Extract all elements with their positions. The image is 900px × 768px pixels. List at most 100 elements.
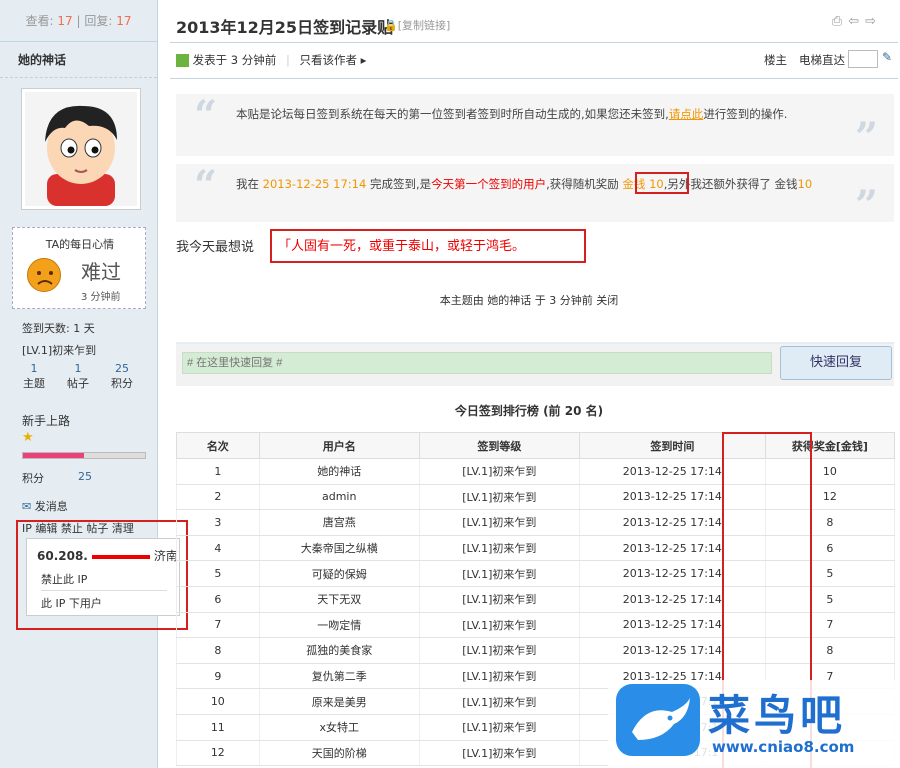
mood-title: TA的每日心情 [45, 238, 115, 251]
envelope-icon: ✉ [22, 500, 32, 513]
avatar[interactable] [21, 88, 141, 210]
quote-close-icon: ” [854, 182, 878, 229]
column-header: 用户名 [258, 432, 420, 459]
table-cell[interactable]: 一吻定情 [258, 612, 420, 639]
author-name[interactable]: 她的神话 [0, 42, 157, 78]
table-cell: [LV.1]初来乍到 [418, 458, 580, 485]
views-label: 查看: [25, 14, 54, 28]
count-threads[interactable]: 1 主题 [14, 362, 54, 391]
watermark-brand: 菜鸟吧 [708, 691, 847, 740]
user-rank[interactable]: 新手上路 [22, 412, 70, 429]
quote-system: “ ” 本贴是论坛每日签到系统在每天的第一位签到者签到时所自动生成的,如果您还未… [176, 92, 894, 161]
replies-count: 17 [116, 14, 132, 28]
sign-link[interactable]: 请点此 [669, 107, 704, 121]
quote-close-icon: ” [854, 114, 878, 161]
redaction-mark [91, 554, 150, 559]
table-cell: [LV.1]初来乍到 [418, 714, 580, 741]
reward-highlight-box [635, 172, 689, 194]
table-cell: [LV.1]初来乍到 [418, 740, 580, 767]
quote-signin: “ ” 我在 2013-12-25 17:14 完成签到,是今天第一个签到的用户… [176, 162, 894, 229]
divider [170, 78, 898, 79]
watermark-url: www.cniao8.com [712, 738, 855, 756]
count-value: 25 [115, 362, 129, 375]
count-points[interactable]: 25 积分 [102, 362, 142, 391]
table-cell[interactable]: 天下无双 [258, 586, 420, 613]
table-cell: [LV.1]初来乍到 [418, 509, 580, 536]
quick-reply-button[interactable]: 快速回复 [780, 346, 892, 380]
next-icon[interactable]: ⇨ [865, 14, 882, 29]
ip-users-item[interactable]: 此 IP 下用户 [41, 595, 102, 611]
post-main: 2013年12月25日签到记录贴 🔒[复制链接] ⎙⇦⇨ 发表于 3 分钟前 |… [158, 0, 900, 768]
table-cell: [LV.1]初来乍到 [418, 560, 580, 587]
table-cell: [LV.1]初来乍到 [418, 612, 580, 639]
watermark: 菜鸟吧 www.cniao8.com [608, 680, 900, 768]
table-cell: 7 [176, 612, 260, 639]
table-cell: 1 [176, 458, 260, 485]
extra-reward: 10 [797, 177, 813, 191]
floor-label: 楼主 [764, 53, 787, 67]
table-cell: 11 [176, 714, 260, 741]
bird-logo-icon [616, 684, 700, 756]
leaderboard-title: 今日签到排行榜 (前 20 名) [454, 404, 604, 418]
divider [170, 42, 898, 43]
count-label: 主题 [23, 377, 45, 390]
table-cell[interactable]: 孤独的美食家 [258, 637, 420, 664]
jump-input[interactable] [848, 50, 878, 68]
column-header: 签到等级 [418, 432, 580, 459]
copy-link-label: [复制链接] [397, 19, 451, 32]
table-cell: 4 [176, 535, 260, 562]
quick-reply-input[interactable] [182, 352, 772, 374]
rank-progress-bar [22, 452, 146, 459]
send-message-label: 发消息 [34, 500, 68, 513]
view-reply-stats: 查看: 17 | 回复: 17 [0, 0, 157, 42]
table-cell[interactable]: 天国的阶梯 [258, 740, 420, 767]
quote-open-icon: “ [194, 92, 218, 139]
say-text: 「人固有一死，或重于泰山，或轻于鸿毛。 [278, 239, 526, 254]
first-user-text: 今天第一个签到的用户 [431, 177, 547, 191]
quote-text: 本贴是论坛每日签到系统在每天的第一位签到者签到时所自动生成的,如果您还未签到, [236, 107, 669, 121]
copy-link[interactable]: 🔒[复制链接] [384, 17, 450, 33]
table-cell[interactable]: 可疑的保姆 [258, 560, 420, 587]
table-cell: 8 [176, 637, 260, 664]
count-label: 积分 [111, 377, 133, 390]
table-cell: [LV.1]初来乍到 [418, 688, 580, 715]
points-label: 积分 [22, 472, 44, 485]
thread-tools: ⎙⇦⇨ [832, 14, 882, 29]
table-cell[interactable]: admin [258, 484, 420, 511]
table-cell[interactable]: 她的神话 [258, 458, 420, 485]
star-icon: ★ [22, 430, 34, 445]
ip-address: 60.208. 济南 [37, 549, 178, 563]
lock-icon: 🔒 [384, 19, 398, 32]
say-label: 我今天最想说 [176, 240, 255, 255]
only-author-link[interactable]: 只看该作者 [299, 53, 357, 67]
table-cell: 3 [176, 509, 260, 536]
count-posts[interactable]: 1 帖子 [58, 362, 98, 391]
table-cell[interactable]: 唐宫燕 [258, 509, 420, 536]
table-cell[interactable]: x女特工 [258, 714, 420, 741]
go-icon[interactable]: ✎ [882, 50, 892, 64]
closed-notice: 本主题由 她的神话 于 3 分钟前 关闭 [439, 294, 619, 307]
user-level: [LV.1]初来乍到 [22, 344, 97, 357]
prev-icon[interactable]: ⇦ [848, 14, 865, 29]
table-cell[interactable]: 大秦帝国之纵横 [258, 535, 420, 562]
column-header: 名次 [176, 432, 260, 459]
thread-title: 2013年12月25日签到记录贴 [176, 18, 394, 37]
table-cell[interactable]: 复仇第二季 [258, 663, 420, 690]
replies-label: 回复: [84, 14, 113, 28]
send-message-link[interactable]: ✉ 发消息 [22, 498, 68, 514]
table-cell: [LV.1]初来乍到 [418, 535, 580, 562]
table-cell: [LV.1]初来乍到 [418, 484, 580, 511]
ban-ip-item[interactable]: 禁止此 IP [41, 571, 167, 591]
signin-time: 2013-12-25 17:14 [262, 177, 367, 191]
table-cell: 6 [176, 586, 260, 613]
sad-face-icon [27, 258, 61, 292]
table-cell: 12 [176, 740, 260, 767]
count-value: 1 [30, 362, 38, 375]
progress-fill [23, 453, 84, 458]
ip-menu: 60.208. 济南 禁止此 IP 此 IP 下用户 [26, 538, 180, 616]
table-cell: [LV.1]初来乍到 [418, 637, 580, 664]
author-sidebar: 查看: 17 | 回复: 17 她的神话 TA的每日心情 难过 3 分钟前 签到… [0, 0, 188, 768]
print-icon[interactable]: ⎙ [832, 14, 848, 29]
table-cell[interactable]: 原来是美男 [258, 688, 420, 715]
stats-separator: | [76, 14, 81, 28]
